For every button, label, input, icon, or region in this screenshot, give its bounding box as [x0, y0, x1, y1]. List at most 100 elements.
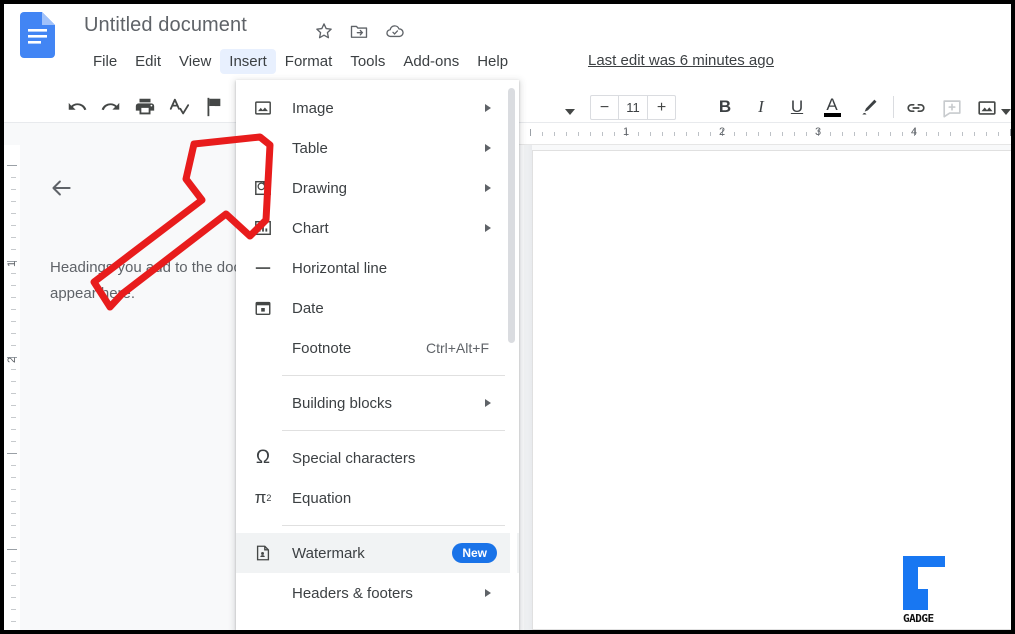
ruler-tick — [770, 132, 771, 136]
menu-item-table[interactable]: Table — [236, 128, 519, 168]
horizontal-ruler[interactable]: 1 2 3 4 — [516, 123, 1011, 145]
vertical-ruler[interactable]: 12 — [4, 145, 20, 630]
font-size-increase-button[interactable]: + — [648, 96, 675, 119]
ruler-tick — [674, 132, 675, 136]
redo-icon[interactable] — [100, 96, 122, 118]
gadget-logo-mark — [903, 556, 945, 610]
menu-item-date[interactable]: Date — [236, 288, 519, 328]
menu-add-ons[interactable]: Add-ons — [394, 49, 468, 74]
ruler-number: 2 — [6, 356, 18, 363]
print-icon[interactable] — [134, 96, 156, 118]
ruler-tick — [926, 132, 927, 136]
menu-item-equation[interactable]: π2 Equation — [236, 478, 519, 518]
ruler-tick — [602, 132, 603, 136]
ruler-tick — [986, 132, 987, 136]
cloud-saved-icon[interactable] — [385, 21, 405, 41]
toolbar-separator — [893, 96, 894, 118]
submenu-arrow-icon — [485, 184, 491, 192]
insert-image-caret-icon[interactable] — [1001, 102, 1011, 120]
link-icon[interactable] — [905, 97, 927, 119]
ruler-tick — [830, 132, 831, 136]
ruler-tick — [962, 132, 963, 136]
paint-format-icon[interactable] — [202, 96, 224, 118]
ruler-tick — [11, 429, 16, 430]
menu-item-headers-footers[interactable]: Headers & footers — [236, 573, 519, 613]
insert-dropdown-menu[interactable]: Image Table Drawing Chart Horizontal lin… — [236, 80, 519, 630]
bold-button[interactable]: B — [713, 95, 737, 119]
new-badge: New — [452, 543, 497, 563]
document-title[interactable]: Untitled document — [84, 14, 247, 37]
menu-item-footnote[interactable]: Footnote Ctrl+Alt+F — [236, 328, 519, 368]
menu-item-label: Date — [292, 299, 324, 317]
italic-button[interactable]: I — [749, 95, 773, 119]
star-icon[interactable] — [314, 21, 334, 41]
ruler-number: 1 — [6, 260, 18, 267]
ruler-tick — [7, 453, 17, 454]
docs-file-icon[interactable] — [20, 12, 55, 58]
omega-icon: Ω — [255, 447, 271, 468]
font-size-value[interactable]: 11 — [619, 100, 647, 115]
menu-tools[interactable]: Tools — [341, 49, 394, 74]
text-color-button[interactable]: A — [820, 95, 844, 119]
menu-item-label: Horizontal line — [292, 259, 388, 277]
menu-item-horizontal-line[interactable]: Horizontal line — [236, 248, 519, 288]
ruler-number: 3 — [814, 126, 822, 138]
gadget-watermark-logo: GADGE — [903, 556, 949, 630]
ruler-tick — [854, 132, 855, 136]
menu-help[interactable]: Help — [468, 49, 517, 74]
submenu-arrow-icon — [485, 399, 491, 407]
ruler-tick — [614, 132, 615, 136]
menu-view[interactable]: View — [170, 49, 220, 74]
ruler-tick — [11, 609, 16, 610]
arrow-left-icon[interactable] — [48, 175, 74, 201]
menu-item-shortcut: Ctrl+Alt+F — [425, 340, 489, 356]
ruler-tick — [11, 225, 16, 226]
ruler-tick — [11, 201, 16, 202]
menu-format[interactable]: Format — [276, 49, 342, 74]
ruler-tick — [11, 501, 16, 502]
ruler-tick — [11, 249, 16, 250]
ruler-tick — [11, 597, 16, 598]
ruler-tick — [11, 189, 16, 190]
menu-scrollbar-track[interactable] — [508, 84, 517, 629]
menu-item-special-characters[interactable]: Ω Special characters — [236, 438, 519, 478]
google-docs-window: Untitled document File Edit View Insert … — [4, 4, 1011, 630]
menu-item-label: Special characters — [292, 449, 416, 467]
font-size-stepper[interactable]: − 11 + — [590, 95, 676, 120]
font-size-decrease-button[interactable]: − — [591, 96, 618, 119]
menu-item-drawing[interactable]: Drawing — [236, 168, 519, 208]
menu-file[interactable]: File — [84, 49, 126, 74]
menu-item-watermark[interactable]: Watermark New — [236, 533, 519, 573]
menu-scrollbar-thumb[interactable] — [508, 88, 515, 343]
ruler-number: 4 — [910, 126, 918, 138]
menu-item-building-blocks[interactable]: Building blocks — [236, 383, 519, 423]
ruler-tick — [902, 132, 903, 136]
underline-button[interactable]: U — [785, 95, 809, 119]
ruler-tick — [1010, 129, 1011, 136]
last-edit-link[interactable]: Last edit was 6 minutes ago — [588, 52, 774, 69]
ruler-tick — [11, 621, 16, 622]
ruler-tick — [11, 585, 16, 586]
ruler-tick — [950, 132, 951, 136]
font-family-caret-icon[interactable] — [565, 102, 575, 120]
submenu-arrow-icon — [485, 224, 491, 232]
submenu-arrow-icon — [485, 104, 491, 112]
no-icon — [250, 392, 276, 414]
menu-item-chart[interactable]: Chart — [236, 208, 519, 248]
add-comment-icon[interactable] — [941, 97, 963, 119]
ruler-tick — [650, 132, 651, 136]
ruler-tick — [7, 549, 17, 550]
spelling-check-icon[interactable] — [168, 96, 190, 118]
ruler-tick — [11, 297, 16, 298]
menu-insert[interactable]: Insert — [220, 48, 276, 74]
menu-item-image[interactable]: Image — [236, 88, 519, 128]
ruler-tick — [806, 132, 807, 136]
undo-icon[interactable] — [66, 96, 88, 118]
ruler-tick — [11, 525, 16, 526]
ruler-tick — [710, 132, 711, 136]
insert-image-icon[interactable] — [976, 97, 998, 119]
menu-edit[interactable]: Edit — [126, 49, 170, 74]
ruler-tick — [878, 132, 879, 136]
move-to-folder-icon[interactable] — [349, 21, 369, 41]
highlight-pen-icon[interactable] — [857, 95, 881, 119]
